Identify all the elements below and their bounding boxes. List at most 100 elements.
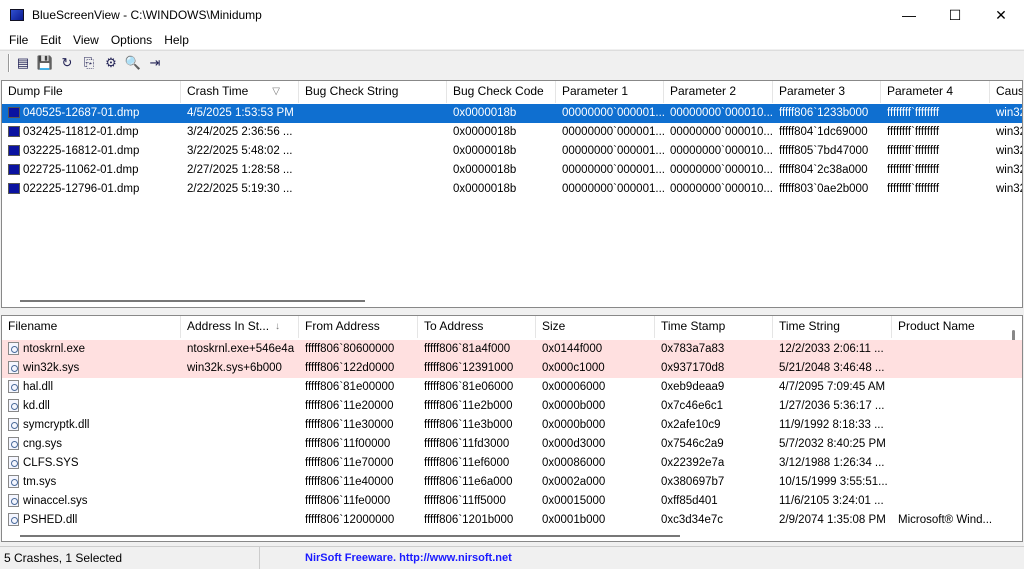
- crash-cell-text: win32: [996, 145, 1022, 157]
- column-header-time-string[interactable]: Time String: [773, 316, 892, 338]
- column-header-dump-file[interactable]: Dump File: [2, 81, 181, 103]
- cell-7: [892, 435, 1012, 454]
- cell-2: fffff806`81e00000: [299, 378, 418, 397]
- driver-cell-text: 3/12/1988 1:26:34 ...: [779, 457, 885, 469]
- cell-8: win32: [990, 161, 1022, 180]
- crash-cell-text: win32: [996, 107, 1022, 119]
- cell-7: [892, 378, 1012, 397]
- menu-view[interactable]: View: [67, 33, 105, 47]
- driver-row[interactable]: win32k.sys win32k.sys+6b000 fffff806`122d0…: [2, 359, 1022, 378]
- cell-3: fffff806`1201b000: [418, 511, 536, 530]
- refresh-icon[interactable]: ↻: [58, 54, 76, 72]
- driver-row[interactable]: winaccel.sys fffff806`11fe0000 fffff806`11…: [2, 492, 1022, 511]
- crash-list-horizontal-scrollbar[interactable]: [20, 300, 365, 302]
- crash-cell-text: ffffffff`ffffffff: [887, 107, 940, 119]
- cell-5: 0x7546c2a9: [655, 435, 773, 454]
- driver-row[interactable]: tm.sys fffff806`11e40000 fffff806`11e6a000…: [2, 473, 1022, 492]
- advanced-options-icon[interactable]: ⚙: [102, 54, 120, 72]
- dump-file-icon: [8, 145, 20, 156]
- cell-6: 3/12/1988 1:26:34 ...: [773, 454, 892, 473]
- driver-cell-text: 5/21/2048 3:46:48 ...: [779, 362, 885, 374]
- crash-cell-text: 00000000`000001...: [562, 183, 664, 195]
- cell-5: 0x783a7a83: [655, 340, 773, 359]
- driver-list[interactable]: Filename Address In St... ↓ From Address To …: [1, 315, 1023, 542]
- minimize-button[interactable]: —: [886, 0, 932, 30]
- menu-file[interactable]: File: [3, 33, 34, 47]
- column-header-parameter-1[interactable]: Parameter 1: [556, 81, 664, 103]
- cell-6: 1/27/2036 5:36:17 ...: [773, 397, 892, 416]
- column-header-label: Parameter 1: [562, 84, 629, 98]
- cell-3: 0x0000018b: [447, 180, 556, 199]
- crash-list[interactable]: Dump File Crash Time ▽ Bug Check String Bug …: [1, 80, 1023, 308]
- driver-cell-text: 0x00006000: [542, 381, 606, 393]
- column-header-caus[interactable]: Caus: [990, 81, 1022, 103]
- crash-row[interactable]: 032225-16812-01.dmp 3/22/2025 5:48:02 ...…: [2, 142, 1022, 161]
- crash-row[interactable]: 022725-11062-01.dmp 2/27/2025 1:28:58 ...…: [2, 161, 1022, 180]
- toolbar: ▤ 💾 ↻ ⎘ ⚙ 🔍 ⇥: [0, 50, 1024, 74]
- driver-cell-text: CLFS.SYS: [23, 457, 79, 469]
- cell-3: fffff806`11ff5000: [418, 492, 536, 511]
- cell-5: 0xeb9deaa9: [655, 378, 773, 397]
- cell-1: ntoskrnl.exe+546e4a: [181, 340, 299, 359]
- driver-row[interactable]: hal.dll fffff806`81e00000 fffff806`81e0600…: [2, 378, 1022, 397]
- menu-help[interactable]: Help: [158, 33, 195, 47]
- close-button[interactable]: ✕: [978, 0, 1024, 30]
- driver-cell-text: fffff806`11e2b000: [424, 400, 513, 412]
- cell-1: 2/22/2025 5:19:30 ...: [181, 180, 299, 199]
- driver-row[interactable]: symcryptk.dll fffff806`11e30000 fffff806`1…: [2, 416, 1022, 435]
- cell-7: ffffffff`ffffffff: [881, 123, 990, 142]
- cell-1: [181, 454, 299, 473]
- column-header-bug-check-code[interactable]: Bug Check Code: [447, 81, 556, 103]
- crash-row[interactable]: 022225-12796-01.dmp 2/22/2025 5:19:30 ...…: [2, 180, 1022, 199]
- crash-cell-text: 040525-12687-01.dmp: [23, 107, 140, 119]
- properties-icon[interactable]: ▤: [14, 54, 32, 72]
- column-header-product-name[interactable]: Product Name: [892, 316, 1012, 338]
- column-header-label: Parameter 3: [779, 84, 846, 98]
- driver-row[interactable]: CLFS.SYS fffff806`11e70000 fffff806`11ef60…: [2, 454, 1022, 473]
- cell-8: win32: [990, 123, 1022, 142]
- cell-4: 00000000`000001...: [556, 180, 664, 199]
- driver-file-icon: [8, 380, 19, 393]
- cell-4: 0x0000b000: [536, 397, 655, 416]
- cell-3: 0x0000018b: [447, 161, 556, 180]
- copy-icon[interactable]: ⎘: [80, 54, 98, 72]
- driver-list-horizontal-scrollbar[interactable]: [20, 535, 680, 537]
- save-icon[interactable]: 💾: [36, 54, 54, 72]
- cell-4: 00000000`000001...: [556, 142, 664, 161]
- status-summary: 5 Crashes, 1 Selected: [0, 547, 260, 569]
- maximize-button[interactable]: ☐: [932, 0, 978, 30]
- column-header-parameter-2[interactable]: Parameter 2: [664, 81, 773, 103]
- column-header-crash-time[interactable]: Crash Time ▽: [181, 81, 299, 103]
- menu-edit[interactable]: Edit: [34, 33, 67, 47]
- exit-icon[interactable]: ⇥: [146, 54, 164, 72]
- menu-options[interactable]: Options: [105, 33, 158, 47]
- cell-4: 0x000c1000: [536, 359, 655, 378]
- driver-row[interactable]: kd.dll fffff806`11e20000 fffff806`11e2b000…: [2, 397, 1022, 416]
- driver-cell-text: fffff806`81e00000: [305, 381, 395, 393]
- driver-row[interactable]: PSHED.dll fffff806`12000000 fffff806`1201b…: [2, 511, 1022, 530]
- cell-3: fffff806`11e2b000: [418, 397, 536, 416]
- column-header-from-address[interactable]: From Address: [299, 316, 418, 338]
- column-header-parameter-4[interactable]: Parameter 4: [881, 81, 990, 103]
- column-header-to-address[interactable]: To Address: [418, 316, 536, 338]
- driver-row[interactable]: ntoskrnl.exe ntoskrnl.exe+546e4a fffff806`…: [2, 340, 1022, 359]
- driver-cell-text: kd.dll: [23, 400, 50, 412]
- column-header-address-in-st[interactable]: Address In St... ↓: [181, 316, 299, 338]
- find-icon[interactable]: 🔍: [124, 54, 142, 72]
- cell-4: 0x0000b000: [536, 416, 655, 435]
- driver-row[interactable]: cng.sys fffff806`11f00000 fffff806`11fd300…: [2, 435, 1022, 454]
- column-header-parameter-3[interactable]: Parameter 3: [773, 81, 881, 103]
- crash-row[interactable]: 032425-11812-01.dmp 3/24/2025 2:36:56 ...…: [2, 123, 1022, 142]
- column-header-size[interactable]: Size: [536, 316, 655, 338]
- crash-cell-text: 022725-11062-01.dmp: [23, 164, 139, 176]
- cell-5: 00000000`000010...: [664, 142, 773, 161]
- title-bar: BlueScreenView - C:\WINDOWS\Minidump — ☐…: [0, 0, 1024, 30]
- nirsoft-link[interactable]: NirSoft Freeware. http://www.nirsoft.net: [260, 552, 512, 564]
- crash-cell-text: win32: [996, 183, 1022, 195]
- column-header-time-stamp[interactable]: Time Stamp: [655, 316, 773, 338]
- column-header-bug-check-string[interactable]: Bug Check String: [299, 81, 447, 103]
- crash-cell-text: fffff804`2c38a000: [779, 164, 868, 176]
- window-title: BlueScreenView - C:\WINDOWS\Minidump: [32, 8, 262, 22]
- column-header-filename[interactable]: Filename: [2, 316, 181, 338]
- crash-row[interactable]: 040525-12687-01.dmp 4/5/2025 1:53:53 PM 0x…: [2, 104, 1022, 123]
